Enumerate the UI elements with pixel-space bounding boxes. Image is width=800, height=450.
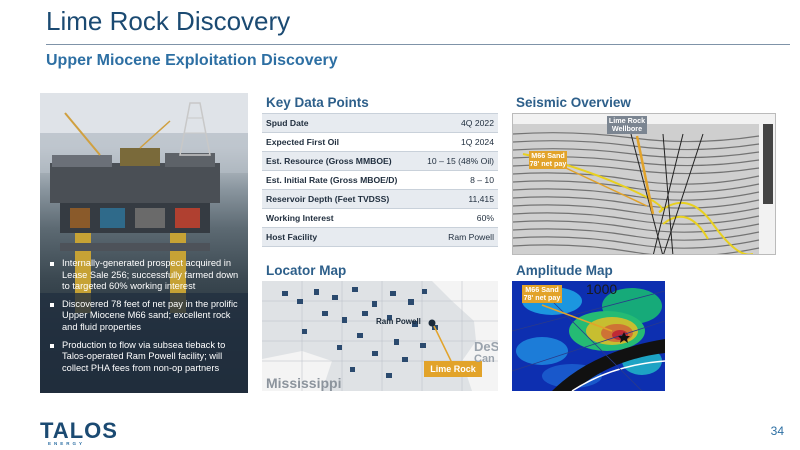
table-row: Reservoir Depth (Feet TVDSS) 11,415	[262, 189, 498, 209]
ram-powell-label: Ram Powell	[376, 317, 421, 326]
highlight-bullet: Production to flow via subsea tieback to…	[48, 340, 244, 375]
amplitude-sand-callout: M66 Sand 78' net pay	[522, 285, 562, 303]
row-value: 1Q 2024	[415, 132, 498, 152]
row-label: Est. Initial Rate (Gross MBOE/D)	[262, 170, 416, 190]
seismic-sand-callout: M66 Sand 78' net pay	[529, 151, 567, 169]
highlights-list: Internally-generated prospect acquired i…	[48, 258, 244, 380]
table-row: Est. Resource (Gross MMBOE) 10 – 15 (48% …	[262, 151, 498, 171]
row-value: Ram Powell	[415, 227, 498, 247]
key-data-heading: Key Data Points	[266, 95, 369, 110]
table-row: Spud Date 4Q 2022	[262, 113, 498, 133]
title-divider	[46, 44, 790, 45]
row-value: 60%	[415, 208, 498, 228]
seismic-section-graphic	[513, 114, 775, 254]
contour-label: 1000	[586, 281, 618, 297]
row-label: Spud Date	[262, 113, 416, 133]
desoto-label-line2: Can	[474, 353, 495, 365]
page-subtitle: Upper Miocene Exploitation Discovery	[46, 52, 338, 69]
row-label: Expected First Oil	[262, 132, 416, 152]
row-label: Host Facility	[262, 227, 416, 247]
highlight-bullet: Internally-generated prospect acquired i…	[48, 258, 244, 293]
table-row: Working Interest 60%	[262, 208, 498, 228]
row-value: 10 – 15 (48% Oil)	[415, 151, 498, 171]
mississippi-label: Mississippi	[266, 375, 342, 391]
seismic-image: Lime Rock Wellbore M66 Sand 78' net pay	[512, 113, 776, 255]
locator-map: Ram Powell Lime Rock DeS Can Mississippi	[262, 281, 498, 391]
row-label: Est. Resource (Gross MMBOE)	[262, 151, 416, 171]
table-row: Expected First Oil 1Q 2024	[262, 132, 498, 152]
locator-heading: Locator Map	[266, 263, 347, 278]
logo-wordmark: TALOS	[40, 418, 118, 443]
amplitude-heading: Amplitude Map	[516, 263, 613, 278]
wellbore-callout: Lime Rock Wellbore	[607, 116, 647, 134]
logo-subtext: ENERGY	[48, 441, 86, 446]
row-label: Working Interest	[262, 208, 416, 228]
row-value: 8 – 10	[415, 170, 498, 190]
table-row: Est. Initial Rate (Gross MBOE/D) 8 – 10	[262, 170, 498, 190]
row-label: Reservoir Depth (Feet TVDSS)	[262, 189, 416, 209]
page-number: 34	[770, 424, 784, 438]
table-row: Host Facility Ram Powell	[262, 227, 498, 247]
desoto-label: DeS	[474, 339, 498, 354]
amplitude-map: M66 Sand 78' net pay 1000	[512, 281, 665, 391]
key-data-table: Spud Date 4Q 2022 Expected First Oil 1Q 20…	[262, 113, 498, 247]
row-value: 4Q 2022	[415, 113, 498, 133]
seismic-heading: Seismic Overview	[516, 95, 631, 110]
page-title: Lime Rock Discovery	[46, 6, 291, 36]
highlight-bullet: Discovered 78 feet of net pay in the pro…	[48, 299, 244, 334]
row-value: 11,415	[415, 189, 498, 209]
